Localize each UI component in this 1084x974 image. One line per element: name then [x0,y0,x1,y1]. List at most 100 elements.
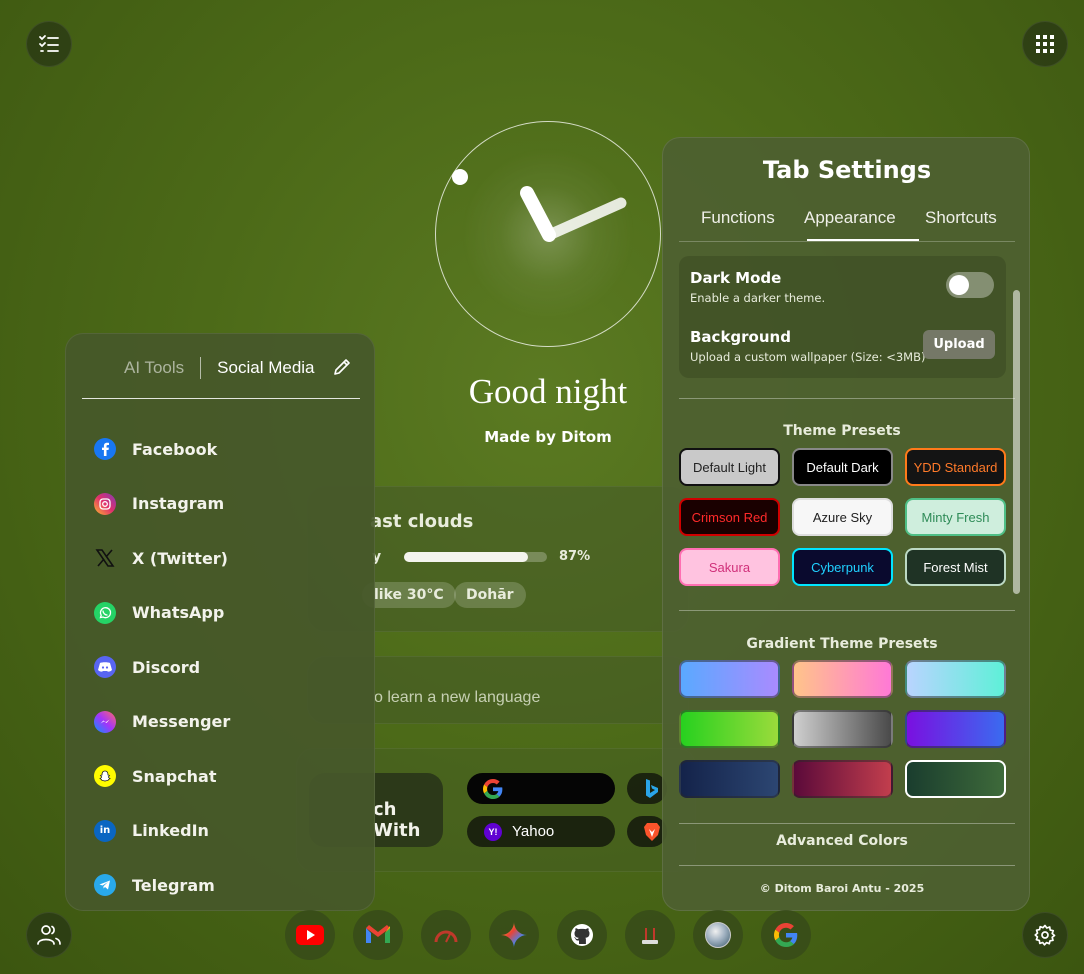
engine-yahoo-label: Yahoo [512,823,555,840]
tasks-button[interactable] [26,21,72,67]
brave-icon [644,822,660,841]
general-settings-box: Dark Mode Enable a darker theme. Backgro… [679,256,1006,378]
github-icon [571,924,593,946]
humidity-bar-fill [404,552,529,562]
list-item-label: Messenger [132,712,231,732]
second-dot [452,169,468,185]
credit-text: Made by Ditom [484,428,612,446]
apps-button[interactable] [1022,21,1068,67]
avatar-icon [705,922,731,948]
upload-button[interactable]: Upload [923,330,995,359]
theme-preset-button[interactable]: Default Light [679,448,780,486]
dock-youtube[interactable] [285,910,335,960]
list-item[interactable]: Messenger [94,695,344,750]
settings-scrollbar[interactable] [1013,290,1020,594]
theme-preset-button[interactable]: Forest Mist [905,548,1006,586]
theme-presets-title: Theme Presets [783,423,901,439]
pencil-icon[interactable] [332,357,352,377]
engine-yahoo[interactable]: Y! Yahoo [467,816,615,847]
dock-gemini[interactable] [489,910,539,960]
bing-icon [646,778,658,798]
shortcuts-tabs: AI Tools Social Media [124,357,315,379]
gradient-preset-swatch[interactable] [792,760,893,798]
list-item-label: WhatsApp [132,603,225,623]
gradient-presets-title: Gradient Theme Presets [746,636,938,652]
todo-input[interactable]: o learn a new language [374,689,540,707]
list-item[interactable]: WhatsApp [94,586,344,641]
shortcuts-panel: AI Tools Social Media Facebook Instagram… [65,333,375,911]
gradient-preset-swatch[interactable] [792,660,893,698]
engine-google[interactable] [467,773,615,804]
analog-clock [435,121,661,347]
gradient-preset-swatch[interactable] [905,760,1006,798]
theme-preset-button[interactable]: Crimson Red [679,498,780,536]
users-button[interactable] [26,912,72,958]
minute-hand [543,197,627,241]
engine-brave[interactable] [627,816,667,847]
list-item-label: Telegram [132,875,215,895]
weather-condition: ast clouds [370,511,474,532]
theme-preset-button[interactable]: Default Dark [792,448,893,486]
dock-router[interactable] [625,910,675,960]
theme-preset-button[interactable]: Azure Sky [792,498,893,536]
list-item[interactable]: Discord [94,640,344,695]
tab-shortcuts[interactable]: Shortcuts [925,208,997,228]
tab-divider [200,357,202,379]
dark-mode-desc: Enable a darker theme. [690,291,826,305]
divider [679,823,1015,824]
tab-ai-tools[interactable]: AI Tools [124,358,184,378]
users-icon [37,925,61,945]
dock-avatar[interactable] [693,910,743,960]
list-item[interactable]: Instagram [94,477,344,532]
google-icon [774,923,798,947]
tab-social-media[interactable]: Social Media [217,358,314,378]
gradient-preset-swatch[interactable] [679,760,780,798]
hour-hand [520,186,556,242]
list-item[interactable]: Facebook [94,422,344,477]
tab-functions[interactable]: Functions [701,208,775,228]
list-item-label: LinkedIn [132,821,209,841]
theme-preset-button[interactable]: Cyberpunk [792,548,893,586]
telegram-icon [94,874,116,897]
tab-settings-panel: Tab Settings Functions Appearance Shortc… [662,137,1030,911]
advanced-colors-title[interactable]: Advanced Colors [663,833,1021,849]
theme-preset-button[interactable]: Minty Fresh [905,498,1006,536]
tab-appearance[interactable]: Appearance [804,208,896,228]
theme-preset-button[interactable]: YDD Standard [905,448,1006,486]
theme-presets-grid: Default Light Default Dark YDD Standard Cri… [679,448,1006,586]
theme-preset-button[interactable]: Sakura [679,548,780,586]
messenger-icon [94,710,116,733]
google-icon [483,778,503,799]
dark-mode-toggle[interactable] [946,272,994,298]
gradient-preset-swatch[interactable] [905,710,1006,748]
gradient-preset-swatch[interactable] [679,660,780,698]
discord-icon [94,656,116,679]
gradient-preset-swatch[interactable] [679,710,780,748]
active-tab-indicator [807,239,919,241]
list-item[interactable]: X (Twitter) [94,531,344,586]
engine-bing[interactable] [627,773,667,804]
gemini-icon [501,922,527,948]
instagram-icon [94,492,116,515]
divider [679,398,1015,399]
background-label: Background [690,328,791,346]
gradient-preset-swatch[interactable] [905,660,1006,698]
settings-tabs: Functions Appearance Shortcuts [679,200,1015,242]
list-item[interactable]: Telegram [94,858,344,913]
dock-github[interactable] [557,910,607,960]
list-item-label: Snapchat [132,766,217,786]
list-item[interactable]: in LinkedIn [94,804,344,859]
social-list: Facebook Instagram X (Twitter) WhatsApp … [94,422,344,913]
divider [679,865,1015,866]
list-item[interactable]: Snapchat [94,749,344,804]
dark-mode-label: Dark Mode [690,269,782,287]
dock-gmail[interactable] [353,910,403,960]
footer-copyright: © Ditom Baroi Antu - 2025 [759,882,925,895]
gradient-preset-swatch[interactable] [792,710,893,748]
settings-button[interactable] [1022,912,1068,958]
dock-google[interactable] [761,910,811,960]
dock-speedtest[interactable] [421,910,471,960]
humidity-percent: 87% [559,549,591,564]
search-with-label: ch With [373,799,421,841]
list-item-label: X (Twitter) [132,548,228,568]
